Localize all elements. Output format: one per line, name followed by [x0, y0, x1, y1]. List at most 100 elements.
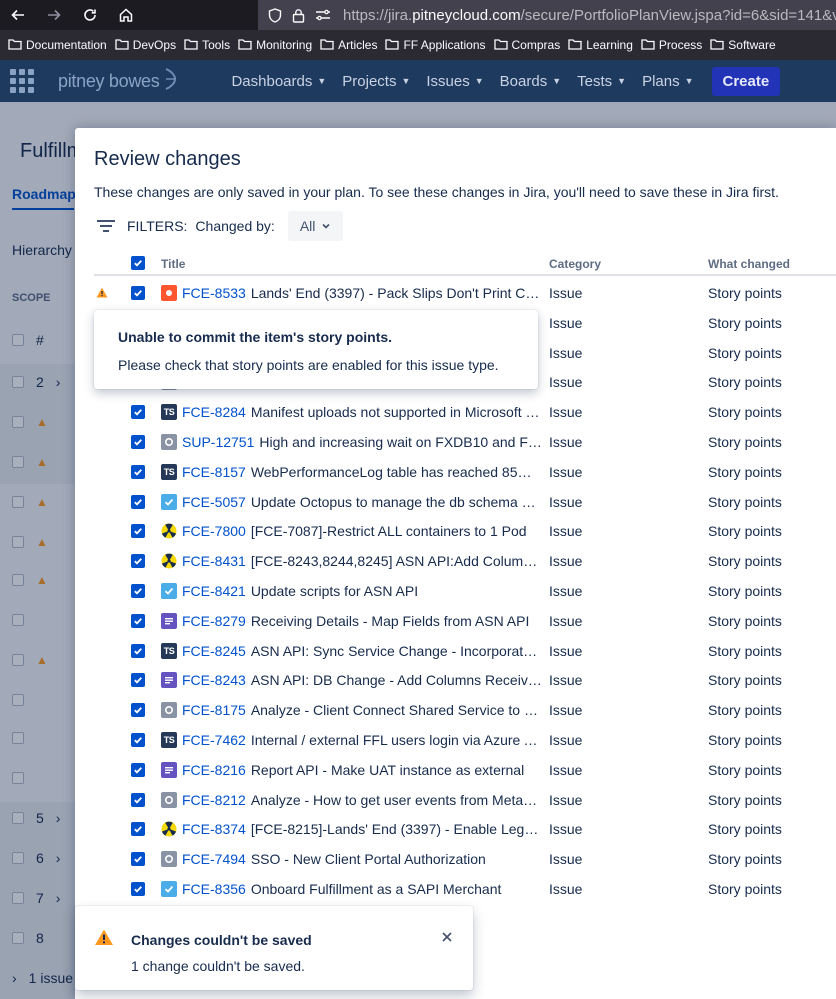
- column-title[interactable]: Title: [161, 257, 185, 271]
- issue-key-link[interactable]: FCE-7494: [182, 851, 246, 867]
- issue-key-link[interactable]: FCE-8212: [182, 792, 246, 808]
- nav-projects[interactable]: Projects ▼: [334, 73, 418, 90]
- url-bar[interactable]: https://jira.pitneycloud.com/secure/Port…: [258, 0, 836, 30]
- row-checkbox[interactable]: [131, 554, 145, 569]
- changed-by-select[interactable]: All: [287, 211, 344, 241]
- change-row[interactable]: FCE-8279 Receiving Details - Map Fields f…: [94, 606, 836, 636]
- chevron-down-icon: ▼: [684, 76, 694, 86]
- row-checkbox[interactable]: [131, 584, 145, 598]
- browser-toolbar: https://jira.pitneycloud.com/secure/Port…: [0, 0, 836, 30]
- nav-tests[interactable]: Tests ▼: [569, 73, 634, 90]
- issue-key-link[interactable]: FCE-8431: [182, 553, 246, 569]
- task-icon: [161, 881, 177, 897]
- issue-key-link[interactable]: FCE-7462: [182, 732, 246, 748]
- change-row[interactable]: FCE-8175 Analyze - Client Connect Shared …: [94, 695, 836, 725]
- lock-icon: [292, 8, 305, 23]
- issue-key-link[interactable]: FCE-8175: [182, 702, 246, 718]
- issue-key-link[interactable]: FCE-5057: [182, 494, 246, 510]
- column-category[interactable]: Category: [549, 257, 601, 271]
- issue-key-link[interactable]: SUP-12751: [182, 434, 254, 450]
- row-checkbox[interactable]: [131, 733, 145, 747]
- popover-title: Unable to commit the item's story points…: [118, 329, 393, 345]
- nav-dashboards[interactable]: Dashboards ▼: [223, 73, 334, 90]
- row-checkbox[interactable]: [131, 822, 145, 837]
- close-icon[interactable]: [441, 930, 453, 948]
- row-checkbox[interactable]: [131, 286, 145, 300]
- issue-key-link[interactable]: FCE-8284: [182, 404, 246, 420]
- bookmark-folder[interactable]: Monitoring: [236, 38, 318, 53]
- change-row[interactable]: TS FCE-8284 Manifest uploads not supported…: [94, 397, 836, 427]
- bookmark-folder[interactable]: Process: [639, 38, 708, 53]
- bookmark-folder[interactable]: DevOps: [113, 38, 182, 53]
- row-category: Issue: [549, 463, 583, 480]
- subtask-icon: [161, 434, 177, 450]
- nav-boards[interactable]: Boards ▼: [492, 73, 569, 90]
- bookmark-folder[interactable]: Documentation: [6, 38, 113, 53]
- row-checkbox[interactable]: [131, 464, 145, 479]
- folder-icon: [641, 38, 655, 53]
- change-row[interactable]: TS FCE-8245 ASN API: Sync Service Change -…: [94, 636, 836, 666]
- bookmark-folder[interactable]: FF Applications: [383, 38, 491, 53]
- warning-icon[interactable]: [96, 285, 108, 301]
- select-all-checkbox[interactable]: [131, 256, 145, 270]
- issue-key-link[interactable]: FCE-8157: [182, 464, 246, 480]
- change-row[interactable]: FCE-8356 Onboard Fulfillment as a SAPI Me…: [94, 874, 836, 904]
- issue-key-link[interactable]: FCE-8421: [182, 583, 246, 599]
- issue-key-link[interactable]: FCE-8356: [182, 881, 246, 897]
- row-checkbox[interactable]: [131, 703, 145, 718]
- row-title: FCE-5057 Update Octopus to manage the db …: [182, 493, 542, 510]
- issue-key-link[interactable]: FCE-7800: [182, 523, 246, 539]
- row-checkbox[interactable]: [131, 673, 145, 688]
- forward-button[interactable]: [36, 0, 72, 30]
- issue-key-link[interactable]: FCE-8533: [182, 285, 246, 301]
- row-checkbox[interactable]: [131, 643, 145, 658]
- reload-button[interactable]: [72, 0, 108, 30]
- checkmark-icon: [134, 796, 142, 804]
- bookmark-folder[interactable]: Articles: [318, 38, 383, 53]
- row-checkbox[interactable]: [131, 852, 145, 867]
- create-button[interactable]: Create: [711, 66, 781, 96]
- issue-key-link[interactable]: FCE-8245: [182, 643, 246, 659]
- issue-key-link[interactable]: FCE-8243: [182, 672, 246, 688]
- issue-key-link[interactable]: FCE-8279: [182, 613, 246, 629]
- change-row[interactable]: TS FCE-8157 WebPerformanceLog table has re…: [94, 457, 836, 487]
- change-row[interactable]: FCE-8212 Analyze - How to get user events…: [94, 785, 836, 815]
- change-row[interactable]: FCE-5057 Update Octopus to manage the db …: [94, 487, 836, 517]
- home-button[interactable]: [108, 0, 144, 30]
- change-row[interactable]: SUP-12751 High and increasing wait on FXD…: [94, 427, 836, 457]
- change-row[interactable]: FCE-8216 Report API - Make UAT instance a…: [94, 755, 836, 785]
- flag-body: 1 change couldn't be saved.: [131, 958, 305, 974]
- row-checkbox[interactable]: [131, 762, 145, 777]
- row-checkbox[interactable]: [131, 405, 145, 420]
- nav-issues[interactable]: Issues ▼: [418, 73, 491, 90]
- app-switcher-icon[interactable]: [10, 69, 34, 93]
- issue-key-link[interactable]: FCE-8374: [182, 821, 246, 837]
- row-checkbox[interactable]: [131, 882, 145, 896]
- row-checkbox[interactable]: [131, 435, 145, 449]
- checkmark-icon: [134, 290, 142, 297]
- nav-plans[interactable]: Plans ▼: [634, 73, 701, 90]
- row-checkbox[interactable]: [131, 494, 145, 509]
- change-row[interactable]: FCE-8243 ASN API: DB Change - Add Columns…: [94, 665, 836, 695]
- bookmark-folder[interactable]: Tools: [182, 38, 236, 53]
- row-checkbox[interactable]: [131, 524, 145, 539]
- row-checkbox[interactable]: [131, 792, 145, 807]
- change-row[interactable]: FCE-8431 [FCE-8243,8244,8245] ASN API:Add…: [94, 546, 836, 576]
- change-row[interactable]: FCE-8533 Lands' End (3397) - Pack Slips D…: [94, 278, 836, 308]
- change-row[interactable]: FCE-8374 [FCE-8215]-Lands' End (3397) - E…: [94, 814, 836, 844]
- change-row[interactable]: FCE-7800 [FCE-7087]-Restrict ALL containe…: [94, 516, 836, 546]
- bookmark-folder[interactable]: Compras: [492, 38, 567, 53]
- change-row[interactable]: FCE-7494 SSO - New Client Portal Authoriz…: [94, 844, 836, 874]
- bookmark-folder[interactable]: Software: [708, 38, 781, 53]
- back-button[interactable]: [0, 0, 36, 30]
- brand-logo[interactable]: pitney bowes: [58, 71, 160, 92]
- row-checkbox[interactable]: [131, 613, 145, 628]
- issue-key-link[interactable]: FCE-8216: [182, 762, 246, 778]
- change-row[interactable]: FCE-8421 Update scripts for ASN API Issue S…: [94, 576, 836, 606]
- bookmark-folder[interactable]: Learning: [566, 38, 639, 53]
- column-what-changed[interactable]: What changed: [708, 257, 790, 271]
- row-category: Issue: [549, 314, 583, 331]
- change-row[interactable]: TS FCE-7462 Internal / external FFL users …: [94, 725, 836, 755]
- arrow-left-icon: [11, 9, 24, 21]
- row-category: Issue: [549, 791, 583, 808]
